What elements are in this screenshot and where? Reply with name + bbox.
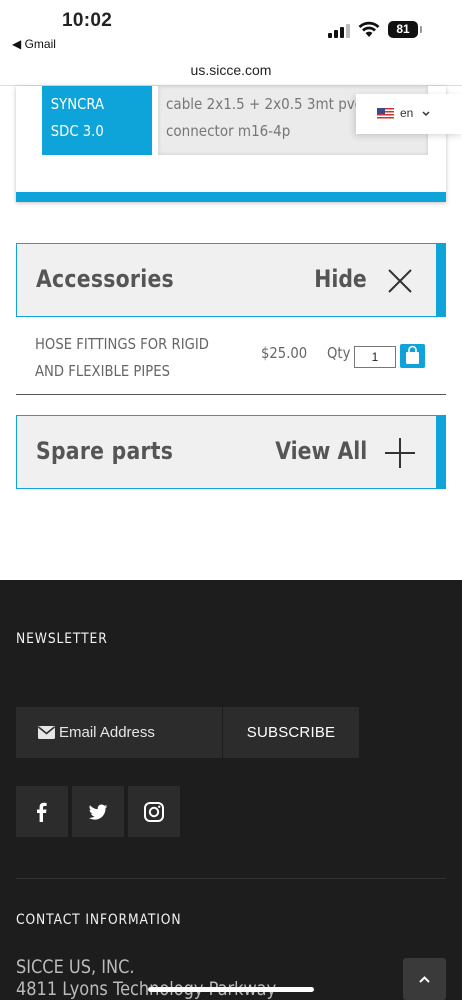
- card-accent-bar: [16, 192, 446, 202]
- twitter-icon: [88, 804, 108, 820]
- chevron-up-icon: [419, 976, 430, 983]
- qty-label: Qty: [327, 344, 351, 362]
- signal-icon: [328, 24, 352, 38]
- facebook-icon: [37, 802, 47, 822]
- footer: NEWSLETTER Email Address SUBSCRIBE CONTA…: [0, 580, 462, 1000]
- company-address: SICCE US, INC. 4811 Lyons Technology Par…: [16, 956, 276, 1000]
- status-time: 10:02: [62, 10, 113, 31]
- list-item: HOSE FITTINGS FOR RIGID AND FLEXIBLE PIP…: [16, 317, 446, 395]
- company-line: SICCE US, INC.: [16, 956, 135, 978]
- contact-heading: CONTACT INFORMATION: [16, 912, 182, 928]
- accessories-title: Accessories: [36, 265, 174, 293]
- plus-icon[interactable]: [384, 437, 416, 469]
- panel-accent-stripe: [436, 416, 445, 488]
- status-bar: 10:02 ◀ Gmail 81: [0, 0, 462, 58]
- panel-accent-stripe: [436, 244, 445, 316]
- email-field[interactable]: Email Address: [16, 707, 222, 758]
- instagram-icon: [144, 802, 164, 822]
- back-to-gmail[interactable]: ◀ Gmail: [12, 37, 56, 51]
- spare-parts-view-all-button[interactable]: View All: [275, 437, 367, 465]
- facebook-button[interactable]: [16, 786, 68, 837]
- close-icon[interactable]: [384, 265, 416, 297]
- footer-divider: [16, 878, 446, 879]
- spare-parts-title: Spare parts: [36, 437, 174, 465]
- product-model-line: SYNCRA: [50, 95, 105, 113]
- scroll-to-top-button[interactable]: [403, 958, 446, 1000]
- product-model-line: SDC 3.0: [50, 122, 104, 140]
- twitter-button[interactable]: [72, 786, 124, 837]
- product-model: SYNCRA SDC 3.0: [42, 86, 152, 155]
- instagram-button[interactable]: [128, 786, 180, 837]
- accessory-price: $25.00: [261, 344, 308, 362]
- accessories-hide-button[interactable]: Hide: [314, 265, 367, 293]
- language-code: en: [400, 106, 414, 120]
- chevron-down-icon: [422, 111, 430, 117]
- accessory-name-line: AND FLEXIBLE PIPES: [35, 362, 170, 380]
- add-to-cart-button[interactable]: [400, 344, 425, 368]
- wifi-icon: [358, 21, 380, 37]
- spare-parts-panel-header[interactable]: Spare parts View All: [16, 415, 446, 489]
- url-bar[interactable]: us.sicce.com: [0, 58, 462, 86]
- home-indicator[interactable]: [148, 987, 314, 992]
- accessories-panel-header[interactable]: Accessories Hide: [16, 243, 446, 317]
- battery-indicator: 81: [388, 21, 422, 38]
- language-selector[interactable]: en: [356, 94, 462, 134]
- envelope-icon: [38, 726, 55, 739]
- newsletter-heading: NEWSLETTER: [16, 631, 108, 647]
- qty-input[interactable]: [354, 346, 396, 368]
- cart-icon: [406, 345, 419, 364]
- subscribe-button[interactable]: SUBSCRIBE: [223, 707, 359, 758]
- accessory-name-line: HOSE FITTINGS FOR RIGID: [35, 335, 209, 353]
- accessory-name[interactable]: HOSE FITTINGS FOR RIGID AND FLEXIBLE PIP…: [35, 331, 209, 385]
- us-flag-icon: [377, 108, 394, 119]
- email-placeholder: Email Address: [59, 724, 155, 741]
